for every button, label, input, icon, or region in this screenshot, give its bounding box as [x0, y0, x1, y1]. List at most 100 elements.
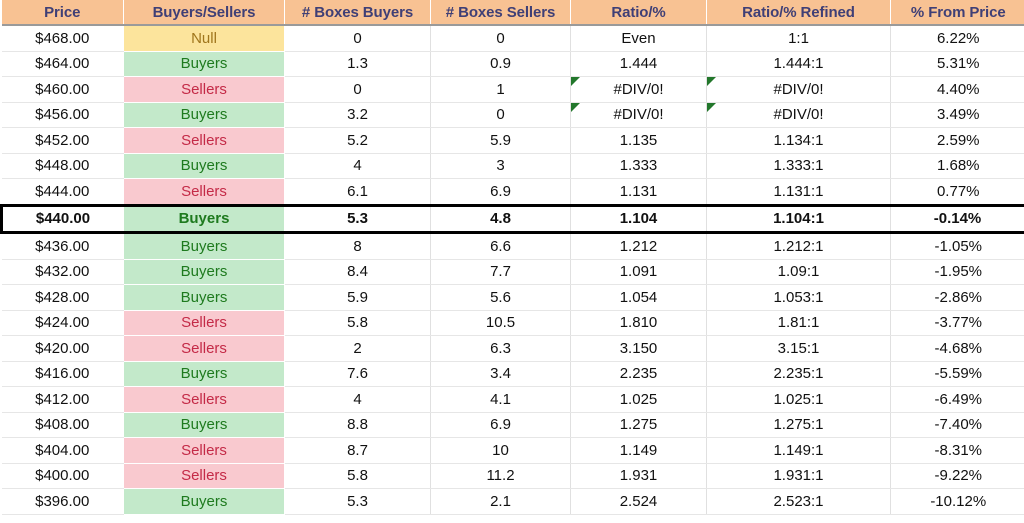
cell-buyers-sellers[interactable]: Buyers [123, 284, 285, 311]
cell-buyers-sellers[interactable]: Sellers [123, 76, 285, 103]
table-row[interactable]: $408.00 Buyers 8.8 6.9 1.275 1.275:1 -7.40% [1, 412, 1024, 438]
cell-boxes-sellers[interactable]: 7.7 [430, 259, 571, 285]
cell-pct-from-price[interactable]: -10.12% [890, 488, 1024, 515]
cell-boxes-buyers[interactable]: 8 [284, 232, 431, 260]
cell-ratio[interactable]: 1.275 [570, 412, 707, 438]
column-header-boxes-buyers[interactable]: # Boxes Buyers [284, 0, 431, 26]
cell-boxes-buyers[interactable]: 6.1 [284, 178, 431, 205]
cell-boxes-sellers[interactable]: 6.6 [430, 232, 571, 260]
cell-ratio-refined[interactable]: 3.15:1 [706, 335, 891, 362]
cell-pct-from-price[interactable]: -3.77% [890, 310, 1024, 336]
cell-boxes-sellers[interactable]: 5.6 [430, 284, 571, 311]
cell-price[interactable]: $468.00 [1, 25, 124, 52]
table-row[interactable]: $412.00 Sellers 4 4.1 1.025 1.025:1 -6.49% [1, 386, 1024, 413]
cell-ratio-refined[interactable]: 1.212:1 [706, 232, 891, 260]
cell-pct-from-price[interactable]: 5.31% [890, 51, 1024, 77]
cell-buyers-sellers[interactable]: Buyers [123, 361, 285, 387]
column-header-ratio-refined[interactable]: Ratio/% Refined [706, 0, 891, 26]
cell-boxes-sellers[interactable]: 1 [430, 76, 571, 103]
cell-price[interactable]: $396.00 [1, 488, 124, 515]
cell-ratio[interactable]: 1.810 [570, 310, 707, 336]
cell-pct-from-price[interactable]: -1.95% [890, 259, 1024, 285]
cell-ratio-refined[interactable]: 1.053:1 [706, 284, 891, 311]
cell-price[interactable]: $440.00 [0, 203, 124, 234]
cell-pct-from-price[interactable]: 6.22% [890, 25, 1024, 52]
cell-boxes-sellers[interactable]: 3 [430, 153, 571, 179]
cell-pct-from-price[interactable]: 2.59% [890, 127, 1024, 154]
cell-buyers-sellers[interactable]: Sellers [123, 463, 285, 489]
cell-boxes-sellers[interactable]: 6.9 [430, 412, 571, 438]
cell-pct-from-price[interactable]: -8.31% [890, 437, 1024, 464]
cell-ratio-refined[interactable]: 1.81:1 [706, 310, 891, 336]
cell-ratio-refined[interactable]: 1.149:1 [706, 437, 891, 464]
cell-price[interactable]: $408.00 [1, 412, 124, 438]
cell-price[interactable]: $444.00 [1, 178, 124, 205]
cell-ratio[interactable]: 1.054 [570, 284, 707, 311]
cell-pct-from-price[interactable]: -7.40% [890, 412, 1024, 438]
cell-buyers-sellers[interactable]: Sellers [123, 127, 285, 154]
cell-ratio[interactable]: 1.149 [570, 437, 707, 464]
cell-ratio[interactable]: #DIV/0! [570, 76, 707, 103]
cell-ratio-refined[interactable]: 1.931:1 [706, 463, 891, 489]
cell-ratio-refined[interactable]: 1.275:1 [706, 412, 891, 438]
cell-ratio[interactable]: 3.150 [570, 335, 707, 362]
cell-boxes-sellers[interactable]: 5.9 [430, 127, 571, 154]
table-row[interactable]: $420.00 Sellers 2 6.3 3.150 3.15:1 -4.68% [1, 335, 1024, 362]
cell-price[interactable]: $412.00 [1, 386, 124, 413]
cell-buyers-sellers[interactable]: Sellers [123, 386, 285, 413]
cell-boxes-sellers[interactable]: 10 [430, 437, 571, 464]
cell-price[interactable]: $400.00 [1, 463, 124, 489]
cell-price[interactable]: $420.00 [1, 335, 124, 362]
cell-boxes-sellers[interactable]: 3.4 [430, 361, 571, 387]
cell-ratio[interactable]: 1.333 [570, 153, 707, 179]
cell-boxes-buyers[interactable]: 8.4 [284, 259, 431, 285]
cell-buyers-sellers[interactable]: Null [123, 25, 285, 52]
column-header-price[interactable]: Price [1, 0, 124, 26]
cell-ratio[interactable]: 1.131 [570, 178, 707, 205]
cell-ratio[interactable]: 1.091 [570, 259, 707, 285]
cell-price[interactable]: $448.00 [1, 153, 124, 179]
cell-boxes-sellers[interactable]: 6.3 [430, 335, 571, 362]
cell-boxes-buyers[interactable]: 8.8 [284, 412, 431, 438]
cell-buyers-sellers[interactable]: Sellers [123, 437, 285, 464]
cell-price[interactable]: $452.00 [1, 127, 124, 154]
cell-buyers-sellers[interactable]: Buyers [123, 232, 285, 260]
cell-ratio[interactable]: Even [570, 25, 707, 52]
cell-boxes-sellers[interactable]: 11.2 [430, 463, 571, 489]
table-row[interactable]: $440.00 Buyers 5.3 4.8 1.104 1.104:1 -0.14% [0, 203, 1024, 234]
cell-buyers-sellers[interactable]: Buyers [123, 259, 285, 285]
cell-ratio-refined[interactable]: #DIV/0! [706, 76, 891, 103]
cell-pct-from-price[interactable]: -9.22% [890, 463, 1024, 489]
table-row[interactable]: $468.00 Null 0 0 Even 1:1 6.22% [1, 25, 1024, 52]
cell-price[interactable]: $404.00 [1, 437, 124, 464]
cell-price[interactable]: $432.00 [1, 259, 124, 285]
cell-price[interactable]: $436.00 [1, 232, 124, 260]
table-row[interactable]: $448.00 Buyers 4 3 1.333 1.333:1 1.68% [1, 153, 1024, 179]
cell-ratio-refined[interactable]: 1.333:1 [706, 153, 891, 179]
cell-pct-from-price[interactable]: -2.86% [890, 284, 1024, 311]
column-header-buyers-sellers[interactable]: Buyers/Sellers [123, 0, 285, 26]
cell-ratio-refined[interactable]: 1.134:1 [706, 127, 891, 154]
cell-price[interactable]: $464.00 [1, 51, 124, 77]
cell-ratio[interactable]: 1.444 [570, 51, 707, 77]
cell-price[interactable]: $428.00 [1, 284, 124, 311]
cell-pct-from-price[interactable]: -6.49% [890, 386, 1024, 413]
cell-buyers-sellers[interactable]: Buyers [123, 51, 285, 77]
cell-boxes-sellers[interactable]: 0 [430, 25, 571, 52]
cell-boxes-buyers[interactable]: 0 [284, 25, 431, 52]
cell-price[interactable]: $460.00 [1, 76, 124, 103]
cell-ratio-refined[interactable]: 1.09:1 [706, 259, 891, 285]
cell-buyers-sellers[interactable]: Buyers [123, 102, 285, 128]
cell-pct-from-price[interactable]: 0.77% [890, 178, 1024, 205]
table-row[interactable]: $432.00 Buyers 8.4 7.7 1.091 1.09:1 -1.95% [1, 259, 1024, 285]
cell-boxes-sellers[interactable]: 0 [430, 102, 571, 128]
cell-ratio-refined[interactable]: 2.523:1 [706, 488, 891, 515]
table-row[interactable]: $404.00 Sellers 8.7 10 1.149 1.149:1 -8.31% [1, 437, 1024, 464]
cell-price[interactable]: $456.00 [1, 102, 124, 128]
table-row[interactable]: $400.00 Sellers 5.8 11.2 1.931 1.931:1 -9.22% [1, 463, 1024, 489]
table-row[interactable]: $416.00 Buyers 7.6 3.4 2.235 2.235:1 -5.59% [1, 361, 1024, 387]
cell-ratio[interactable]: 1.135 [570, 127, 707, 154]
table-row[interactable]: $424.00 Sellers 5.8 10.5 1.810 1.81:1 -3.77% [1, 310, 1024, 336]
table-row[interactable]: $428.00 Buyers 5.9 5.6 1.054 1.053:1 -2.86% [1, 284, 1024, 311]
cell-ratio-refined[interactable]: 1.104:1 [706, 203, 891, 234]
